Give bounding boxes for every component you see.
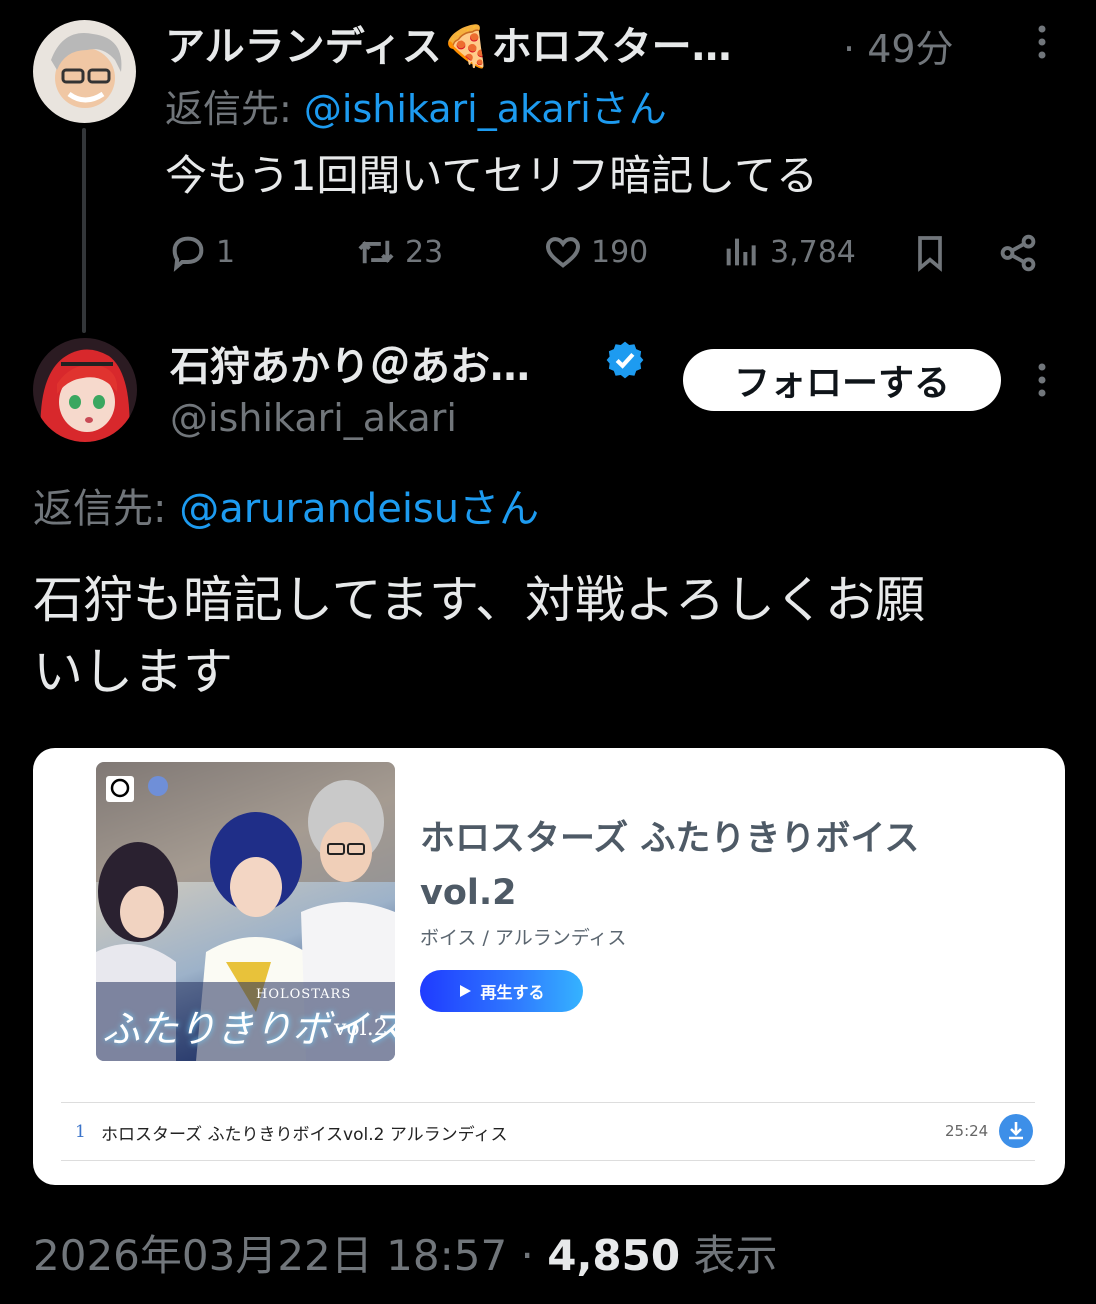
like-count: 190 xyxy=(591,234,649,270)
views-button[interactable]: 3,784 xyxy=(722,232,856,272)
reply-button[interactable]: 1 xyxy=(168,232,235,272)
heart-icon xyxy=(545,237,581,268)
audio-embed-card[interactable]: HOLOSTARS ふたりきりボイス vol.2 ホロスターズ ふたりきりボイス… xyxy=(33,748,1065,1185)
bookmark-icon[interactable] xyxy=(910,232,950,278)
dot-separator: · xyxy=(843,27,856,71)
display-name[interactable]: アルランディス🍕ホロスター… xyxy=(165,14,732,72)
tweet-text-line-1: 石狩も暗記してます、対戦よろしくお願 xyxy=(33,571,925,629)
share-icon[interactable] xyxy=(997,232,1039,278)
reply-context: 返信先: @ishikari_akariさん xyxy=(165,78,667,133)
card-title[interactable]: ホロスターズ ふたりきりボイス vol.2 xyxy=(420,812,980,920)
follow-button[interactable]: フォローする xyxy=(683,349,1001,411)
retweet-count: 23 xyxy=(405,234,444,270)
like-button[interactable]: 190 xyxy=(543,232,648,272)
play-label: 再生する xyxy=(480,983,545,1002)
play-icon xyxy=(460,985,472,997)
reply-context: 返信先: @arurandeisuさん xyxy=(33,476,539,534)
more-options-icon[interactable] xyxy=(1030,24,1054,60)
download-icon[interactable] xyxy=(999,1114,1033,1148)
views-label: 表示 xyxy=(680,1231,778,1280)
reply-label: 返信先: xyxy=(165,87,304,131)
total-views[interactable]: 4,850 xyxy=(547,1231,680,1280)
verified-badge-icon xyxy=(604,339,646,385)
reply-suffix: さん xyxy=(590,87,667,131)
avatar-arurandeisu[interactable] xyxy=(33,20,136,123)
tweet-text-line-2: いします xyxy=(33,643,233,701)
time-meta: · 49分 xyxy=(843,18,954,73)
more-options-icon[interactable] xyxy=(1030,362,1054,398)
view-count: 3,784 xyxy=(770,234,856,270)
reply-label: 返信先: xyxy=(33,486,180,532)
avatar-ishikari-akari[interactable] xyxy=(33,338,137,442)
retweet-icon xyxy=(358,240,394,264)
track-title: ホロスターズ ふたりきりボイスvol.2 アルランディス xyxy=(101,1125,508,1145)
reply-handle-link[interactable]: @arurandeisu xyxy=(179,486,459,532)
user-handle[interactable]: @ishikari_akari xyxy=(170,396,457,440)
track-duration: 25:24 xyxy=(945,1122,989,1140)
card-subtitle: ボイス / アルランディス xyxy=(420,927,627,949)
album-cover-image[interactable]: HOLOSTARS ふたりきりボイス vol.2 xyxy=(96,762,395,1061)
tweet-time[interactable]: 49分 xyxy=(867,27,953,71)
display-name[interactable]: 石狩あかり＠あお… xyxy=(170,334,530,392)
track-number: 1 xyxy=(75,1122,86,1142)
analytics-icon xyxy=(726,238,756,266)
tweet-text: 今もう1回聞いてセリフ暗記してる xyxy=(165,151,818,200)
play-button[interactable]: 再生する xyxy=(420,970,583,1012)
retweet-button[interactable]: 23 xyxy=(355,232,443,272)
reply-icon xyxy=(172,236,204,272)
thread-connector-line xyxy=(82,128,86,333)
tweet-meta-footer: 2026年03月22日 18:57 · 4,850 表示 xyxy=(33,1222,777,1283)
dot-separator: · xyxy=(507,1231,548,1280)
tweet-timestamp[interactable]: 2026年03月22日 18:57 xyxy=(33,1231,507,1280)
track-row[interactable]: 1 ホロスターズ ふたりきりボイスvol.2 アルランディス 25:24 xyxy=(61,1102,1035,1161)
reply-handle-link[interactable]: @ishikari_akari xyxy=(304,87,591,131)
reply-suffix: さん xyxy=(459,486,540,532)
cover-volume: vol.2 xyxy=(334,1016,388,1041)
reply-count: 1 xyxy=(216,234,236,270)
